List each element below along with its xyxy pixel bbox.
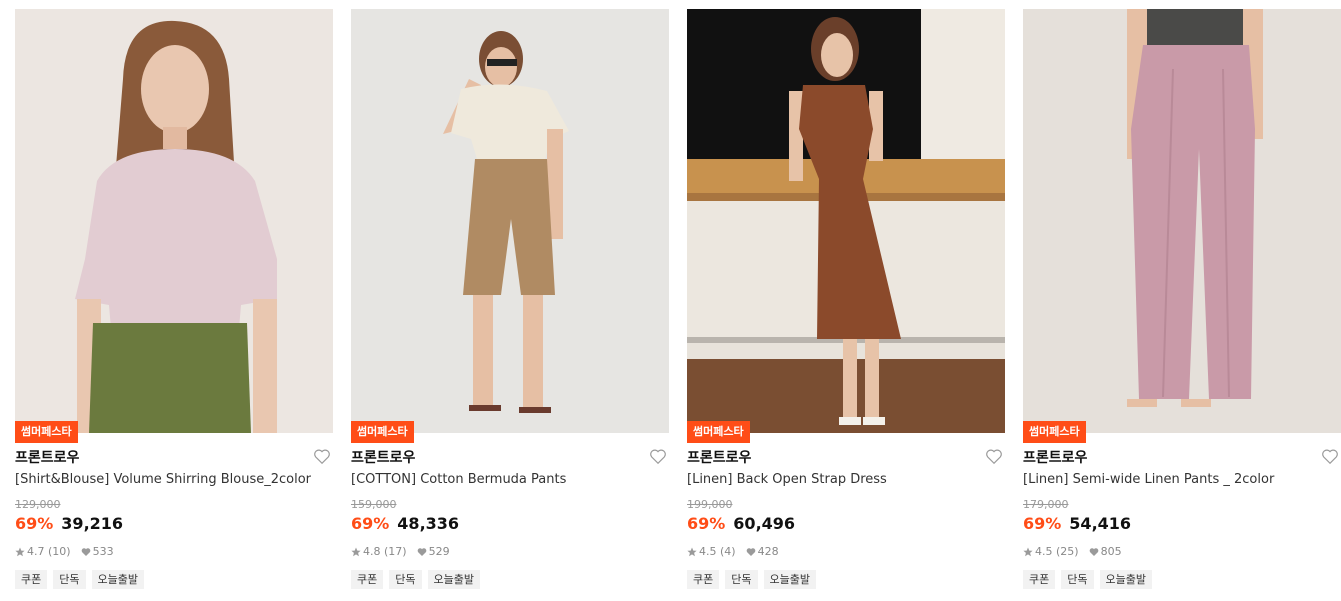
original-price: 159,000: [351, 498, 397, 511]
linen-pants-model-photo: [1023, 9, 1341, 433]
price-row: 69% 54,416: [1023, 514, 1131, 533]
tag-today-shipping: 오늘출발: [427, 570, 480, 589]
strap-dress-model-photo: [687, 9, 1005, 433]
product-name[interactable]: [Linen] Back Open Strap Dress: [687, 472, 887, 487]
original-price: 179,000: [1023, 498, 1069, 511]
product-card[interactable]: 썸머페스타 프론트로우 [Shirt&Blouse] Volume Shirri…: [15, 9, 333, 601]
heart-small-icon: [417, 547, 426, 556]
tag-exclusive: 단독: [53, 570, 86, 589]
heart-small-icon: [746, 547, 755, 556]
discount-rate: 69%: [687, 514, 726, 533]
heart-icon[interactable]: [649, 448, 667, 465]
review-count: (10): [48, 545, 71, 558]
tag-exclusive: 단독: [725, 570, 758, 589]
product-name[interactable]: [Shirt&Blouse] Volume Shirring Blouse_2c…: [15, 472, 311, 487]
tag-coupon: 쿠폰: [15, 570, 48, 589]
price-row: 69% 39,216: [15, 514, 123, 533]
rating-row: 4.5 (4) 428: [687, 545, 779, 558]
like-count: 533: [92, 545, 114, 558]
brand-name[interactable]: 프론트로우: [351, 447, 415, 467]
star-icon: [687, 547, 697, 556]
sale-price: 39,216: [61, 514, 124, 533]
star-icon: [351, 547, 361, 556]
brand-name[interactable]: 프론트로우: [1023, 447, 1087, 467]
rating-row: 4.5 (25) 805: [1023, 545, 1122, 558]
product-card[interactable]: 썸머페스타 프론트로우 [Linen] Back Open Strap Dres…: [687, 9, 1005, 601]
product-image[interactable]: [351, 9, 669, 433]
price-row: 69% 60,496: [687, 514, 795, 533]
discount-rate: 69%: [15, 514, 54, 533]
original-price: 199,000: [687, 498, 733, 511]
product-name[interactable]: [COTTON] Cotton Bermuda Pants: [351, 472, 566, 487]
star-icon: [15, 547, 25, 556]
rating-value: 4.7: [27, 545, 45, 558]
rating-value: 4.5: [699, 545, 717, 558]
product-card[interactable]: 썸머페스타 프론트로우 [Linen] Semi-wide Linen Pant…: [1023, 9, 1341, 601]
promo-badge: 썸머페스타: [687, 421, 750, 443]
original-price: 129,000: [15, 498, 61, 511]
tag-exclusive: 단독: [1061, 570, 1094, 589]
sale-price: 54,416: [1069, 514, 1132, 533]
product-grid: 썸머페스타 프론트로우 [Shirt&Blouse] Volume Shirri…: [15, 9, 1341, 601]
like-count: 529: [428, 545, 450, 558]
review-count: (25): [1056, 545, 1079, 558]
sale-price: 48,336: [397, 514, 460, 533]
tag-coupon: 쿠폰: [1023, 570, 1056, 589]
heart-icon[interactable]: [985, 448, 1003, 465]
tag-today-shipping: 오늘출발: [763, 570, 816, 589]
blouse-model-photo: [15, 9, 333, 433]
promo-badge: 썸머페스타: [1023, 421, 1086, 443]
review-count: (17): [384, 545, 407, 558]
rating-row: 4.8 (17) 529: [351, 545, 450, 558]
product-image[interactable]: [15, 9, 333, 433]
heart-icon[interactable]: [1321, 448, 1339, 465]
tag-coupon: 쿠폰: [687, 570, 720, 589]
rating-value: 4.5: [1035, 545, 1053, 558]
tag-list: 쿠폰 단독 오늘출발: [15, 570, 144, 589]
rating-row: 4.7 (10) 533: [15, 545, 114, 558]
discount-rate: 69%: [351, 514, 390, 533]
brand-name[interactable]: 프론트로우: [15, 447, 79, 467]
heart-small-icon: [81, 547, 90, 556]
sale-price: 60,496: [733, 514, 796, 533]
tag-today-shipping: 오늘출발: [1099, 570, 1152, 589]
brand-name[interactable]: 프론트로우: [687, 447, 751, 467]
bermuda-pants-model-photo: [351, 9, 669, 433]
heart-icon[interactable]: [313, 448, 331, 465]
product-image[interactable]: [1023, 9, 1341, 433]
tag-coupon: 쿠폰: [351, 570, 384, 589]
tag-today-shipping: 오늘출발: [91, 570, 144, 589]
product-name[interactable]: [Linen] Semi-wide Linen Pants _ 2color: [1023, 472, 1274, 487]
star-icon: [1023, 547, 1033, 556]
heart-small-icon: [1089, 547, 1098, 556]
rating-value: 4.8: [363, 545, 381, 558]
promo-badge: 썸머페스타: [15, 421, 78, 443]
promo-badge: 썸머페스타: [351, 421, 414, 443]
product-card[interactable]: 썸머페스타 프론트로우 [COTTON] Cotton Bermuda Pant…: [351, 9, 669, 601]
tag-list: 쿠폰 단독 오늘출발: [351, 570, 480, 589]
tag-list: 쿠폰 단독 오늘출발: [687, 570, 816, 589]
product-image[interactable]: [687, 9, 1005, 433]
tag-list: 쿠폰 단독 오늘출발: [1023, 570, 1152, 589]
discount-rate: 69%: [1023, 514, 1062, 533]
like-count: 428: [757, 545, 779, 558]
like-count: 805: [1100, 545, 1122, 558]
tag-exclusive: 단독: [389, 570, 422, 589]
price-row: 69% 48,336: [351, 514, 459, 533]
review-count: (4): [720, 545, 736, 558]
